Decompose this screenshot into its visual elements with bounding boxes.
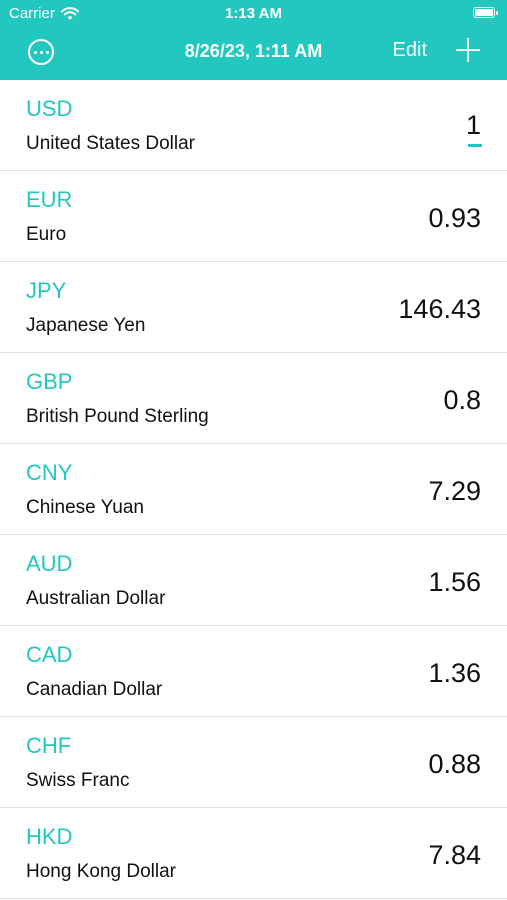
currency-value[interactable]: 0.8 xyxy=(443,385,481,416)
currency-row-gbp[interactable]: GBP British Pound Sterling 0.8 xyxy=(0,353,507,444)
add-currency-button[interactable] xyxy=(456,38,480,62)
currency-name: Euro xyxy=(26,224,67,245)
currency-value[interactable]: 7.84 xyxy=(428,840,481,871)
status-bar: Carrier 1:13 AM xyxy=(0,0,507,28)
currency-name: Japanese Yen xyxy=(26,315,146,336)
currency-code: GBP xyxy=(26,369,73,394)
currency-code: CAD xyxy=(26,642,73,667)
currency-value[interactable]: 0.93 xyxy=(428,203,481,234)
currency-row-cny[interactable]: CNY Chinese Yuan 7.29 xyxy=(0,444,507,535)
input-cursor xyxy=(468,144,482,147)
currency-row-hkd[interactable]: HKD Hong Kong Dollar 7.84 xyxy=(0,808,507,899)
battery-fill xyxy=(475,9,493,16)
currency-value[interactable]: 7.29 xyxy=(428,476,481,507)
currency-code: JPY xyxy=(26,278,67,303)
currency-name: Canadian Dollar xyxy=(26,679,163,700)
status-time: 1:13 AM xyxy=(225,5,282,22)
currency-code: HKD xyxy=(26,824,73,849)
currency-code: CNY xyxy=(26,460,73,485)
currency-code: USD xyxy=(26,96,73,121)
currency-name: United States Dollar xyxy=(26,133,195,154)
top-bar: Carrier 1:13 AM 8/26/23, 1:11 AM Edit xyxy=(0,0,507,80)
navigation-bar: 8/26/23, 1:11 AM Edit xyxy=(0,28,507,80)
currency-name: Hong Kong Dollar xyxy=(26,861,176,882)
currency-value[interactable]: 146.43 xyxy=(398,294,481,325)
currency-value[interactable]: 1.56 xyxy=(428,567,481,598)
currency-value-input[interactable]: 1 xyxy=(466,110,481,141)
battery-icon xyxy=(473,7,498,18)
edit-button[interactable]: Edit xyxy=(393,39,427,62)
currency-code: CHF xyxy=(26,733,72,758)
currency-row-eur[interactable]: EUR Euro 0.93 xyxy=(0,171,507,262)
currency-value[interactable]: 0.88 xyxy=(428,749,481,780)
currency-row-cad[interactable]: CAD Canadian Dollar 1.36 xyxy=(0,626,507,717)
currency-name: Chinese Yuan xyxy=(26,497,144,518)
currency-code: AUD xyxy=(26,551,73,576)
page-title: 8/26/23, 1:11 AM xyxy=(184,41,323,61)
currency-name: Australian Dollar xyxy=(26,588,166,609)
currency-list: USD United States Dollar 1 EUR Euro 0.93… xyxy=(0,80,507,899)
currency-value[interactable]: 1.36 xyxy=(428,658,481,689)
currency-row-aud[interactable]: AUD Australian Dollar 1.56 xyxy=(0,535,507,626)
currency-code: EUR xyxy=(26,187,73,212)
currency-row-jpy[interactable]: JPY Japanese Yen 146.43 xyxy=(0,262,507,353)
currency-name: Swiss Franc xyxy=(26,770,130,791)
currency-row-usd[interactable]: USD United States Dollar 1 xyxy=(0,80,507,171)
currency-name: British Pound Sterling xyxy=(26,406,209,427)
currency-row-chf[interactable]: CHF Swiss Franc 0.88 xyxy=(0,717,507,808)
